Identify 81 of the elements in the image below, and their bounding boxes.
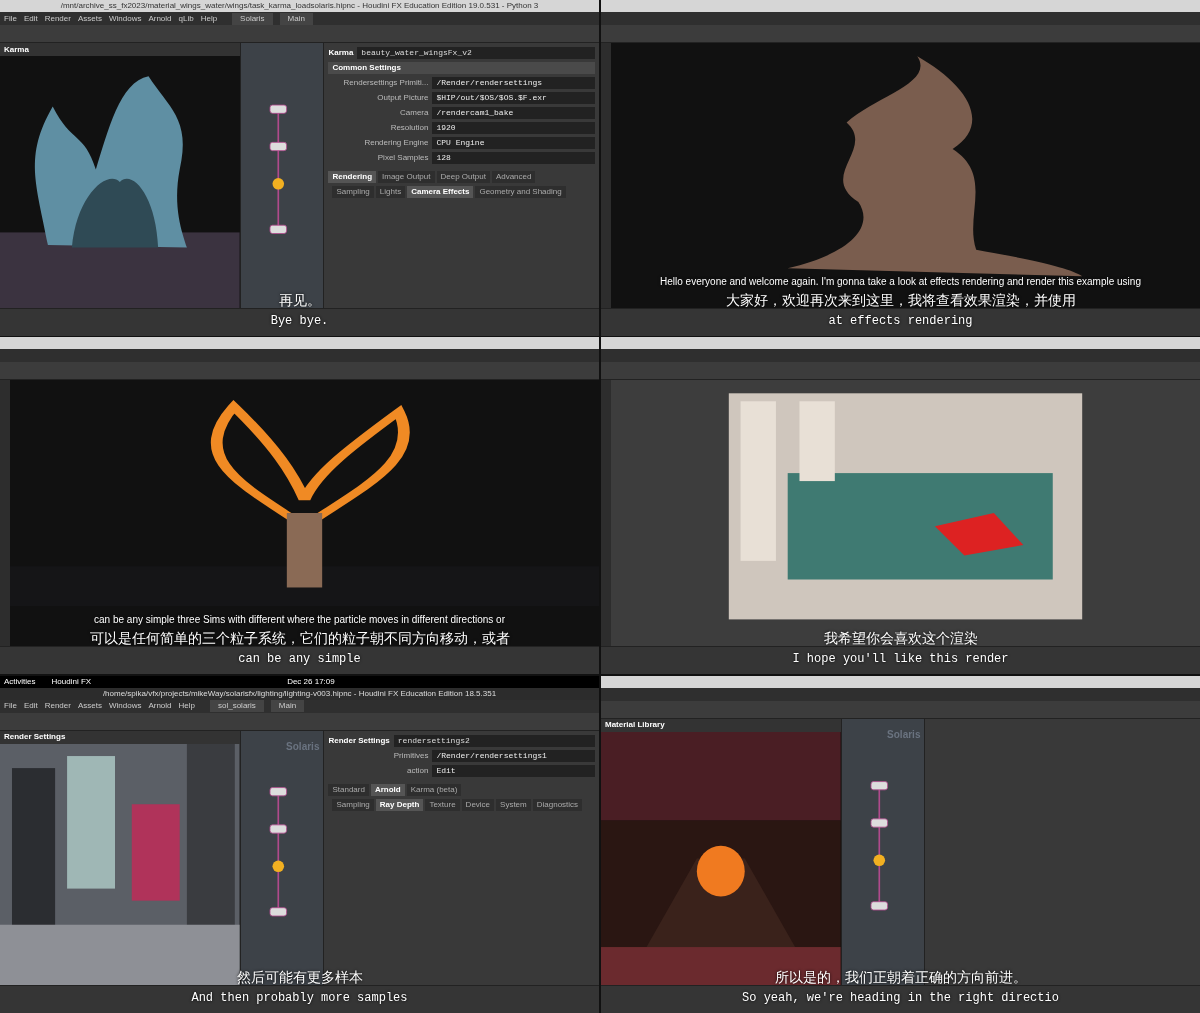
viewport-title: Karma [4,43,29,56]
window-title: /mnt/archive_ss_fx2023/material_wings_water/wings/task_karma_loadsolaris.hipnc - Houdini FX Education Edition 19.0.531 - Python 3 [60,0,539,12]
node-type-label: Karma [328,47,354,59]
window-title: /home/spika/vfx/projects/mikeWay/solarisfx/lighting/lighting-v003.hipnc - Houdini FX Education Edition 18.5.351 [102,687,497,700]
menu-item[interactable]: Render [44,700,71,713]
menu-item[interactable]: Windows [108,700,142,713]
menu-item[interactable]: Help [178,700,195,713]
menu-item[interactable]: Render [44,12,71,25]
parameter-tab[interactable]: Arnold [370,783,405,796]
subtitle-line: 然后可能有更多样本 [236,967,363,987]
parameter-tab[interactable]: Ray Depth [375,798,424,811]
parameter-tab[interactable]: Standard [328,783,369,796]
menu-item[interactable]: File [4,700,17,713]
parameter-label: Output Picture [376,92,429,104]
parameter-tab[interactable]: Camera Effects [407,186,474,198]
parameter-tab[interactable]: Texture [425,798,460,811]
parameter-field[interactable]: $HIP/out/$OS/$OS.$F.exr [432,92,595,104]
subtitle-line: So yeah, we're heading in the right directio [742,989,1059,1007]
menu-item[interactable]: Edit [23,12,38,25]
menu-item[interactable]: Assets [77,700,102,713]
parameter-label: Rendersettings Primiti... [342,77,429,89]
subtitle-line: 大家好，欢迎再次来到这里，我将查看效果渲染，并使用 [725,291,1076,310]
subtitle-line: 我希望你会喜欢这个渲染 [823,629,978,649]
subtitle-line: 所以是的，我们正朝着正确的方向前进。 [774,967,1027,987]
parameter-tab[interactable]: Deep Output [436,171,490,183]
desktop-dropdown[interactable]: Main [279,12,313,25]
parameter-tab[interactable]: Geometry and Shading [475,186,566,198]
parameter-tab[interactable]: Lights [375,186,406,198]
subtitle-line: 再见。 [278,291,321,310]
parameter-tab[interactable]: Karma (beta) [406,783,462,796]
parameter-field[interactable]: 1920 [432,122,595,134]
parameter-label: Camera [399,107,429,119]
network-label: Solaris [286,739,320,754]
subtitle-line: And then probably more samples [191,989,408,1007]
system-bar-item[interactable]: Activities [4,675,36,688]
parameter-tab[interactable]: Advanced [491,171,536,183]
parameter-field[interactable]: Edit [432,764,595,777]
parameter-label: action [406,764,429,777]
menu-item[interactable]: File [4,12,17,25]
parameter-label: Pixel Samples [376,152,429,164]
menu-item[interactable]: Arnold [148,700,172,713]
subtitle-line: Bye bye. [270,313,329,330]
subtitle-line: Hello everyone and welcome again. I'm gonna take a look at effects rendering and render this example using [660,275,1141,289]
viewport-title: Material Library [605,719,665,732]
parameter-tab[interactable]: Diagnostics [532,798,583,811]
subtitle-line: can be any simple three Sims with different where the particle moves in different directions or [94,613,505,628]
desktop-dropdown[interactable]: sol_solaris [210,700,264,713]
node-name-field[interactable]: beauty_water_wingsFx_v2 [357,47,595,59]
parameter-field[interactable]: 128 [432,152,595,164]
node-type-label: Render Settings [328,734,390,747]
parameter-field[interactable]: /Render/rendersettings [432,77,595,89]
parameter-tab[interactable]: Rendering [328,171,376,183]
viewport-title: Render Settings [4,731,66,744]
subtitle-line: 可以是任何简单的三个粒子系统，它们的粒子朝不同方向移动，或者 [89,629,510,649]
parameter-tab[interactable]: System [496,798,531,811]
parameter-tab[interactable]: Device [461,798,495,811]
subtitle-line: can be any simple [238,651,361,669]
section-header[interactable]: Common Settings [328,62,595,74]
desktop-dropdown[interactable]: Main [270,700,305,713]
parameter-label: Rendering Engine [363,137,429,149]
parameter-label: Primitives [392,749,429,762]
node-name-field[interactable]: rendersettings2 [393,734,595,747]
parameter-tab[interactable]: Sampling [332,798,374,811]
menu-item[interactable]: Help [200,12,218,25]
system-bar-item[interactable]: Houdini FX [51,675,92,688]
clock-text: Dec 26 17:09 [287,675,335,688]
parameter-label: Resolution [389,122,429,134]
parameter-tab[interactable]: Image Output [378,171,435,183]
parameter-field[interactable]: /rendercam1_bake [432,107,595,119]
menu-item[interactable]: qLib [178,12,194,25]
subtitle-line: I hope you'll like this render [792,651,1009,669]
parameter-field[interactable]: /Render/rendersettings1 [432,749,595,762]
parameter-field[interactable]: CPU Engine [432,137,595,149]
menu-item[interactable]: Arnold [148,12,172,25]
subtitle-line: at effects rendering [828,313,973,330]
desktop-dropdown[interactable]: Solaris [232,12,273,25]
parameter-tab[interactable]: Sampling [332,186,374,198]
menu-item[interactable]: Edit [23,700,38,713]
menu-item[interactable]: Windows [108,12,142,25]
network-label: Solaris [887,727,921,742]
menu-item[interactable]: Assets [77,12,102,25]
